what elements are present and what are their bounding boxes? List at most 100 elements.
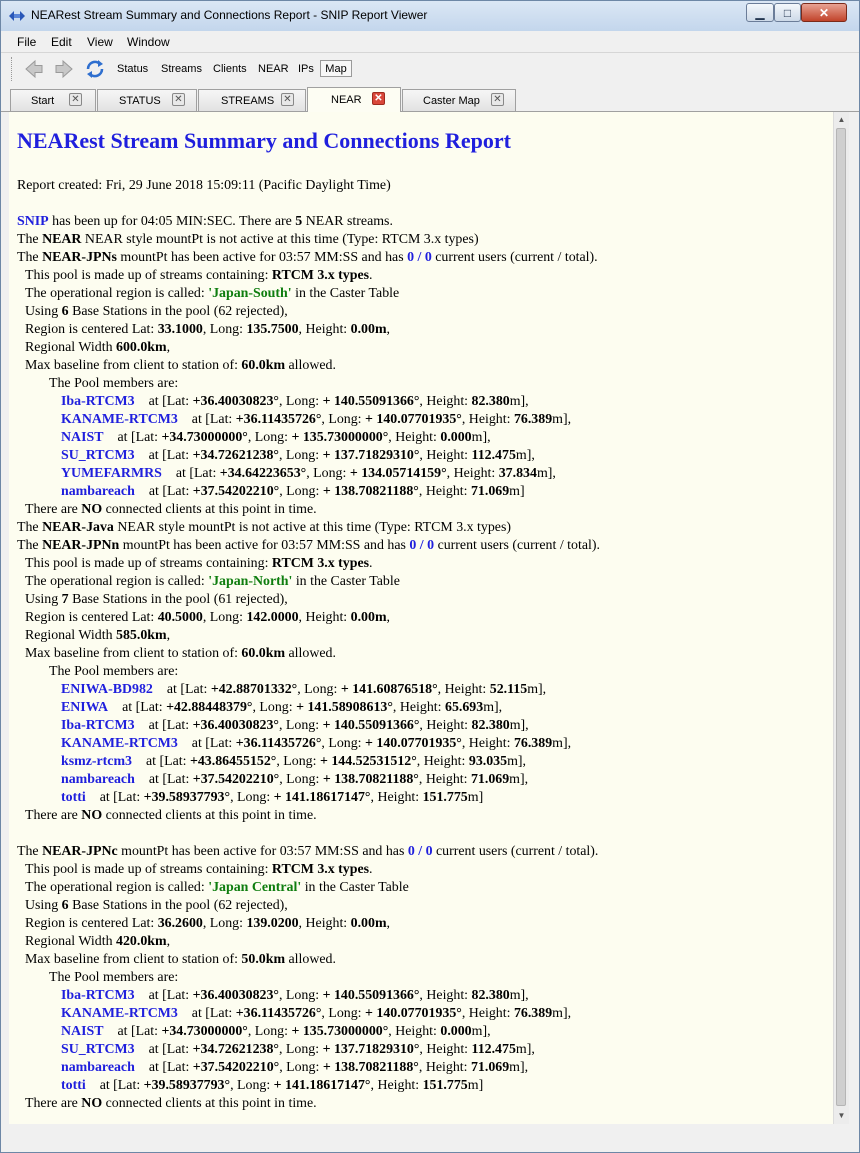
toolbar-ips-link[interactable]: IPs: [298, 63, 314, 75]
text: at [Lat:: [166, 682, 211, 697]
menu-edit[interactable]: Edit: [51, 35, 72, 49]
region-line: The operational region is called: 'Japan…: [25, 573, 400, 591]
station-lat: +42.88701332°: [210, 682, 298, 697]
pool-member-row: NAIST at [Lat: +34.73000000°, Long: + 135…: [61, 1023, 491, 1041]
station-link[interactable]: nambareach: [61, 772, 135, 787]
toolbar-clients-link[interactable]: Clients: [213, 63, 247, 75]
base-count-line: Using 6 Base Stations in the pool (62 re…: [25, 897, 288, 915]
text: ]: [478, 1078, 484, 1093]
toolbar-near-link[interactable]: NEAR: [258, 63, 289, 75]
station-link[interactable]: KANAME-RTCM3: [61, 412, 178, 427]
pool-member-row: totti at [Lat: +39.58937793°, Long: + 141…: [61, 1077, 483, 1095]
menu-window[interactable]: Window: [127, 35, 170, 49]
station-link[interactable]: ENIWA-BD982: [61, 682, 153, 697]
refresh-icon[interactable]: [84, 58, 106, 80]
close-window-button[interactable]: ✕: [801, 3, 847, 22]
toolbar-status-link[interactable]: Status: [117, 63, 148, 75]
text: m: [509, 394, 521, 409]
text: Region is centered Lat:: [25, 322, 158, 337]
tab-status[interactable]: STATUS ✕: [97, 89, 197, 111]
station-link[interactable]: SU_RTCM3: [61, 448, 135, 463]
station-height: 76.389: [513, 736, 553, 751]
forward-arrow-icon[interactable]: [53, 58, 75, 80]
scrollbar-thumb[interactable]: [836, 128, 846, 1106]
text: This pool is made up of streams containi…: [25, 268, 272, 283]
station-link[interactable]: NAIST: [61, 430, 103, 445]
maximize-button[interactable]: □: [774, 3, 801, 22]
menu-file[interactable]: File: [17, 35, 36, 49]
station-link[interactable]: SU_RTCM3: [61, 1042, 135, 1057]
no-clients-line: There are NO connected clients at this p…: [25, 501, 317, 519]
station-long: + 141.18617147°: [273, 790, 371, 805]
text: , Height:: [419, 448, 472, 463]
pool-members-label: The Pool members are:: [49, 969, 178, 987]
text: in the Caster Table: [301, 880, 409, 895]
back-arrow-icon[interactable]: [23, 58, 45, 80]
scroll-up-icon[interactable]: ▲: [835, 113, 848, 126]
text: at [Lat:: [99, 790, 144, 805]
station-height: 82.380: [471, 988, 510, 1003]
station-link[interactable]: nambareach: [61, 484, 135, 499]
tab-close-icon[interactable]: ✕: [172, 93, 185, 106]
station-link[interactable]: totti: [61, 1078, 86, 1093]
text: in the Caster Table: [292, 574, 400, 589]
region-center-line: Region is centered Lat: 36.2600, Long: 1…: [25, 915, 390, 933]
text: , Long:: [321, 1006, 366, 1021]
text: , Height:: [298, 610, 351, 625]
toolbar-map-button[interactable]: Map: [320, 60, 352, 77]
scroll-down-icon[interactable]: ▼: [835, 1109, 848, 1122]
pool-members-heading: The Pool members are:: [49, 664, 179, 679]
station-height: 65.693: [445, 700, 484, 715]
station-height: 37.834: [498, 466, 537, 481]
minimize-button[interactable]: ▁: [746, 3, 774, 22]
station-link[interactable]: NAIST: [61, 1024, 103, 1039]
tab-label: NEAR: [331, 94, 362, 106]
center-height: 0.00m: [350, 322, 387, 337]
tab-close-icon[interactable]: ✕: [281, 93, 294, 106]
max-baseline: 60.0km: [241, 358, 286, 373]
station-link[interactable]: ksmz-rtcm3: [61, 754, 132, 769]
pool-member-row: Iba-RTCM3 at [Lat: +36.40030823°, Long: +…: [61, 393, 529, 411]
tab-streams[interactable]: STREAMS ✕: [198, 89, 306, 111]
text: Max baseline from client to station of:: [25, 952, 242, 967]
base-count: 7: [61, 592, 69, 607]
menu-view[interactable]: View: [87, 35, 113, 49]
tab-close-icon[interactable]: ✕: [491, 93, 504, 106]
pool-member-row: Iba-RTCM3 at [Lat: +36.40030823°, Long: +…: [61, 987, 529, 1005]
station-link[interactable]: nambareach: [61, 1060, 135, 1075]
title-bar[interactable]: NEARest Stream Summary and Connections R…: [1, 1, 859, 31]
max-baseline: 50.0km: [241, 952, 286, 967]
text: , Long:: [279, 484, 323, 499]
tab-caster-map[interactable]: Caster Map ✕: [402, 89, 516, 111]
text: ],: [482, 1024, 491, 1039]
vertical-scrollbar[interactable]: ▲ ▼: [833, 112, 849, 1124]
station-link[interactable]: KANAME-RTCM3: [61, 1006, 178, 1021]
tab-near[interactable]: NEAR ✕: [307, 87, 401, 112]
tab-start[interactable]: Start ✕: [10, 89, 96, 111]
text: ],: [520, 718, 529, 733]
station-lat: +37.54202210°: [192, 772, 280, 787]
base-count: 6: [61, 898, 69, 913]
station-height: 93.035: [468, 754, 508, 769]
station-link[interactable]: totti: [61, 790, 86, 805]
tab-close-icon[interactable]: ✕: [372, 92, 385, 105]
station-link[interactable]: ENIWA: [61, 700, 108, 715]
text: m: [509, 484, 520, 499]
station-link[interactable]: YUMEFARMRS: [61, 466, 162, 481]
text: , Height:: [446, 466, 499, 481]
station-lat: +34.73000000°: [161, 430, 248, 445]
toolbar-streams-link[interactable]: Streams: [161, 63, 202, 75]
station-link[interactable]: Iba-RTCM3: [61, 394, 135, 409]
text: m: [467, 790, 479, 805]
text: Using: [25, 304, 62, 319]
station-lat: +34.73000000°: [161, 1024, 248, 1039]
app-icon: [9, 11, 25, 21]
station-link[interactable]: Iba-RTCM3: [61, 988, 135, 1003]
tab-close-icon[interactable]: ✕: [69, 93, 82, 106]
snip-link[interactable]: SNIP: [17, 214, 49, 229]
toolbar-grip[interactable]: [11, 57, 14, 81]
station-link[interactable]: Iba-RTCM3: [61, 718, 135, 733]
station-link[interactable]: KANAME-RTCM3: [61, 736, 178, 751]
text: ],: [562, 412, 572, 427]
mountpoint-active-line: The NEAR-JPNs mountPt has been active fo…: [17, 249, 598, 267]
